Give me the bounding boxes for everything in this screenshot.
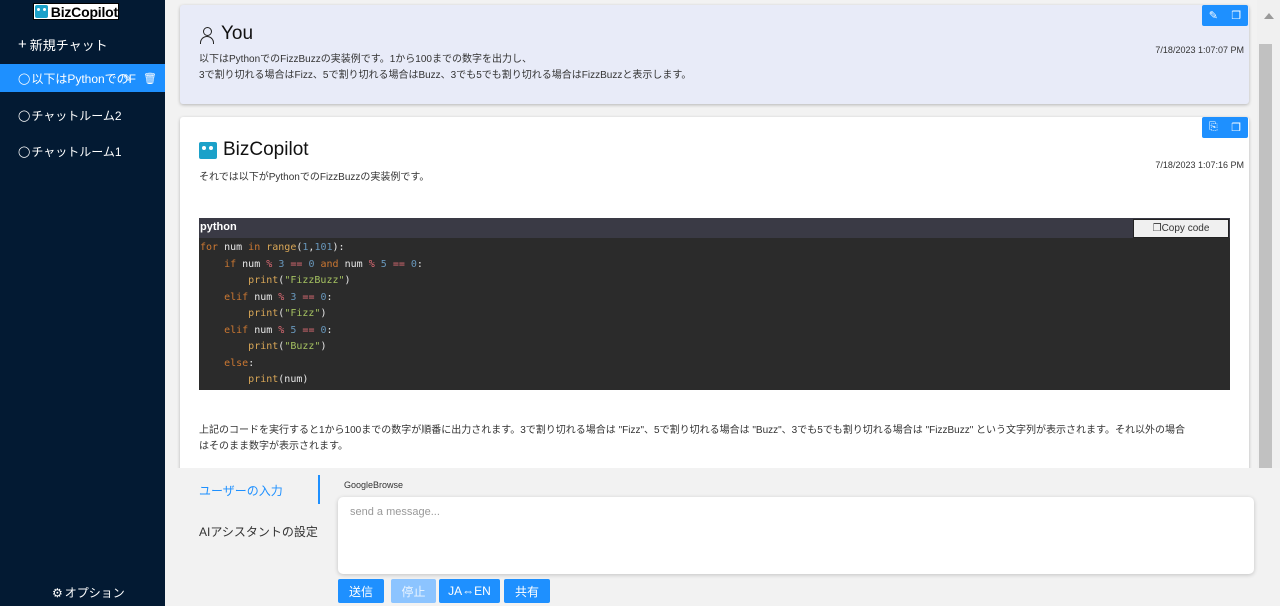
message-line: はそのまま数字が表示されます。 xyxy=(199,441,348,452)
code-language: python xyxy=(200,221,237,233)
logo[interactable]: BizCopilot xyxy=(33,3,119,20)
sidebar-room-item[interactable]: ◯ チャットルーム1 xyxy=(0,137,165,165)
new-chat-label: 新規チャット xyxy=(29,38,108,53)
stop-button[interactable]: 停止 xyxy=(391,579,436,603)
code-content[interactable]: for num in range(1,101): if num % 3 == 0… xyxy=(199,238,1230,389)
code-header: python ❐Copy code xyxy=(199,218,1230,238)
author-name: You xyxy=(221,23,254,44)
message-input[interactable] xyxy=(338,497,1254,574)
chat-bubble-icon: ◯ xyxy=(18,145,31,158)
user-message-card: ✎ ❐ You 7/18/2023 1:07:07 PM 以下はPythonでの… xyxy=(180,5,1249,104)
chat-area: ✎ ❐ You 7/18/2023 1:07:07 PM 以下はPythonでの… xyxy=(165,0,1257,468)
message-line: 上記のコードを実行すると1から100までの数字が順番に出力されます。3で割り切れ… xyxy=(199,425,1186,436)
message-timestamp: 7/18/2023 1:07:16 PM xyxy=(1155,160,1244,170)
chat-scrollbar[interactable] xyxy=(1257,0,1280,468)
export-icon[interactable]: ⎘ xyxy=(1209,121,1218,134)
copy-icon: ❐ xyxy=(1152,223,1162,234)
edit-icon[interactable]: ✎ xyxy=(1209,9,1218,22)
message-explanation: 上記のコードを実行すると1から100までの数字が順番に出力されます。3で割り切れ… xyxy=(199,423,1239,455)
sidebar: BizCopilot + 新規チャット ◯ 以下はPythonでのF ✎ 🗑 ◯… xyxy=(0,0,165,606)
message-author: You xyxy=(199,23,253,45)
bizcopilot-logo-icon xyxy=(35,5,48,18)
share-button[interactable]: 共有 xyxy=(504,579,550,603)
room-label: チャットルーム1 xyxy=(31,144,122,159)
message-tools: ✎ ❐ xyxy=(1202,5,1248,26)
send-button[interactable]: 送信 xyxy=(338,579,384,603)
sidebar-room-item[interactable]: ◯ チャットルーム2 xyxy=(0,101,165,129)
message-timestamp: 7/18/2023 1:07:07 PM xyxy=(1155,45,1244,55)
trash-icon[interactable]: 🗑 xyxy=(143,72,157,85)
tab-ai-settings[interactable]: AIアシスタントの設定 xyxy=(199,523,318,540)
message-line: 以下はPythonでのFizzBuzzの実装例です。1から100までの数字を出力… xyxy=(199,54,532,65)
chat-bubble-icon: ◯ xyxy=(18,109,31,122)
scroll-up-icon[interactable] xyxy=(1264,13,1274,19)
new-chat-button[interactable]: + 新規チャット xyxy=(18,35,108,54)
google-browse-toggle[interactable]: GoogleBrowse xyxy=(344,480,403,490)
message-tools: ⎘ ❐ xyxy=(1202,117,1248,138)
edit-icon[interactable]: ✎ xyxy=(123,72,132,85)
active-tab-indicator xyxy=(318,475,320,504)
message-intro: それでは以下がPythonでのFizzBuzzの実装例です。 xyxy=(199,172,430,183)
message-body: 以下はPythonでのFizzBuzzの実装例です。1から100までの数字を出力… xyxy=(199,52,691,84)
chat-bubble-icon: ◯ xyxy=(18,72,31,85)
copy-code-button[interactable]: ❐Copy code xyxy=(1133,219,1229,238)
copy-code-label: Copy code xyxy=(1161,223,1210,234)
logo-text: BizCopilot xyxy=(50,3,118,20)
tab-user-input[interactable]: ユーザーの入力 xyxy=(199,482,283,499)
copy-icon[interactable]: ❐ xyxy=(1231,9,1241,22)
options-button[interactable]: ⚙ オプション xyxy=(52,584,125,601)
sidebar-room-item[interactable]: ◯ 以下はPythonでのF ✎ 🗑 xyxy=(0,64,165,92)
bot-message-card: ⎘ ❐ BizCopilot 7/18/2023 1:07:16 PM それでは… xyxy=(180,117,1249,468)
gear-icon: ⚙ xyxy=(52,585,63,600)
scroll-thumb[interactable] xyxy=(1259,44,1272,468)
code-block: python ❐Copy code for num in range(1,101… xyxy=(199,218,1230,390)
plus-icon: + xyxy=(18,36,27,53)
translate-button[interactable]: JA⇔EN xyxy=(439,579,500,603)
author-name: BizCopilot xyxy=(223,139,309,160)
options-label: オプション xyxy=(64,586,125,600)
message-author: BizCopilot xyxy=(199,139,309,161)
room-label: チャットルーム2 xyxy=(31,108,122,123)
room-label: 以下はPythonでのF xyxy=(31,71,137,86)
message-line: 3で割り切れる場合はFizz、5で割り切れる場合はBuzz、3でも5でも割り切れ… xyxy=(199,70,692,81)
person-icon xyxy=(199,26,215,44)
copy-icon[interactable]: ❐ xyxy=(1231,121,1241,134)
bizcopilot-avatar-icon xyxy=(199,141,217,159)
